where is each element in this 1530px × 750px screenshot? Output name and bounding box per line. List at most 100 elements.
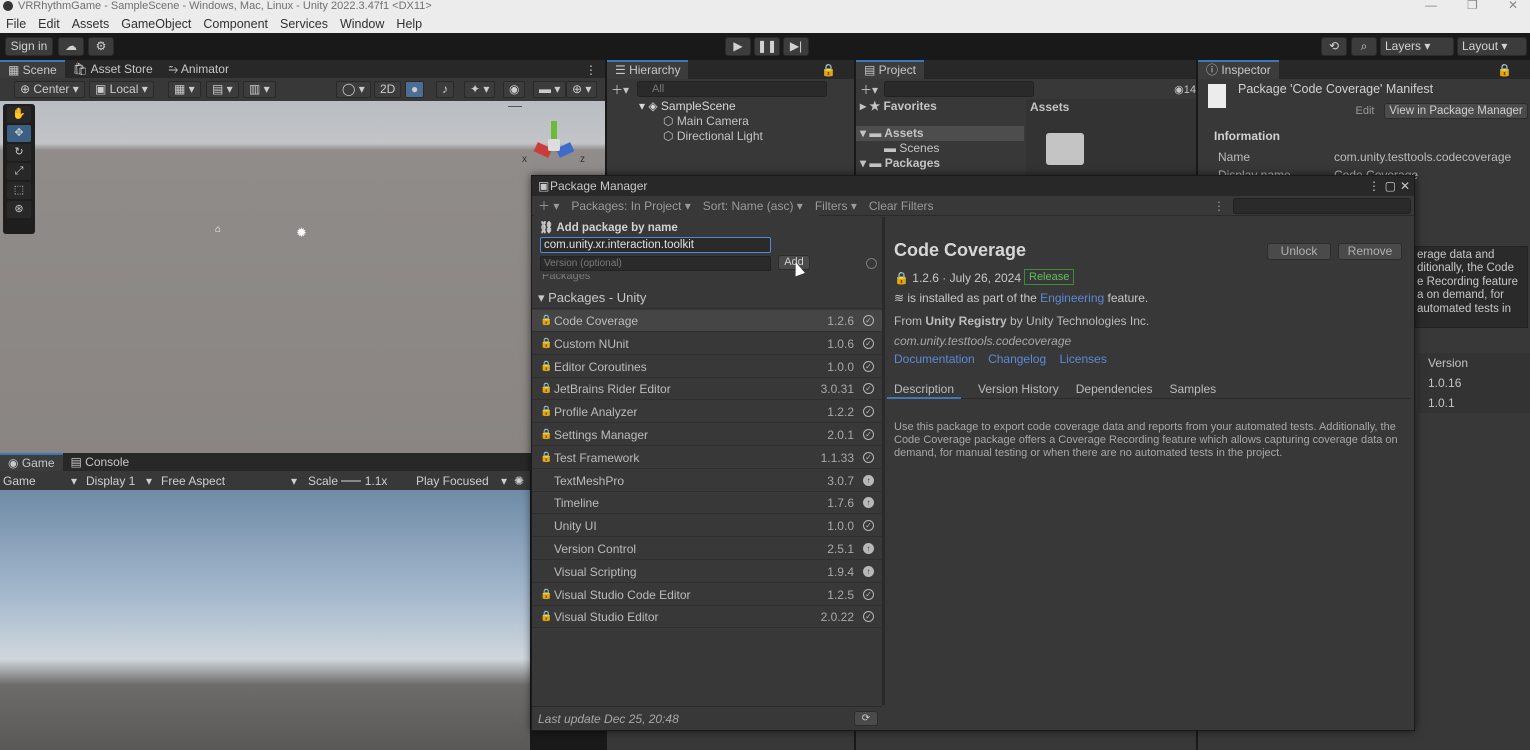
hand-tool-icon[interactable]: ✋	[7, 106, 31, 123]
package-row[interactable]: 🔒 Profile Analyzer 1.2.2 ✓	[532, 401, 882, 424]
package-row[interactable]: 🔒 Test Framework 1.1.33 ✓	[532, 447, 882, 469]
more-options-icon[interactable]: ⋮	[1213, 199, 1233, 213]
maximize-icon[interactable]: ▢	[1385, 176, 1396, 196]
lock-icon[interactable]: 🔒	[821, 63, 854, 77]
package-row[interactable]: 🔒 Visual Studio Code Editor 1.2.5 ✓	[532, 584, 882, 606]
menu-help[interactable]: Help	[394, 17, 424, 31]
tab-hierarchy[interactable]: ☰ Hierarchy	[607, 60, 689, 79]
play-button[interactable]: ▶	[725, 37, 751, 56]
unlock-button[interactable]: Unlock	[1267, 243, 1331, 260]
hierarchy-item[interactable]: ⬡ Directional Light	[607, 129, 854, 144]
collab-icon[interactable]: ⚙	[88, 37, 114, 56]
space-dropdown[interactable]: ▣ Local ▾	[89, 81, 154, 98]
cloud-icon[interactable]: ☁	[58, 37, 84, 56]
hidden-objects-icon[interactable]: ◉	[503, 81, 526, 98]
more-options-icon[interactable]: ⋮	[1368, 176, 1380, 196]
lock-icon[interactable]: 🔒	[1497, 63, 1530, 77]
remove-button[interactable]: Remove	[1338, 243, 1402, 260]
increment-snap-icon[interactable]: ▤ ▾	[206, 81, 239, 98]
tab-scene[interactable]: ▦ Scene	[0, 60, 65, 79]
scale-slider[interactable]: Scale 1.1x	[300, 474, 410, 488]
hierarchy-item[interactable]: ⬡ Main Camera	[607, 114, 854, 129]
orientation-gizmo[interactable]	[533, 121, 575, 165]
grid-snap-icon[interactable]: ▦ ▾	[168, 81, 201, 98]
step-button[interactable]: ▶|	[783, 37, 809, 56]
rotate-tool-icon[interactable]: ↻	[7, 144, 31, 161]
scenes-row[interactable]: ▬ Scenes	[856, 141, 1024, 156]
pause-button[interactable]: ❚❚	[754, 37, 780, 56]
version-input[interactable]: Version (optional)	[540, 256, 771, 271]
hidden-packages-count[interactable]: ◉14	[1174, 83, 1196, 96]
menu-edit[interactable]: Edit	[36, 17, 62, 31]
menu-file[interactable]: File	[4, 17, 28, 31]
menu-component[interactable]: Component	[201, 17, 270, 31]
debug-icon[interactable]: ✺	[510, 474, 524, 488]
package-row[interactable]: 🔒 Editor Coroutines 1.0.0 ✓	[532, 356, 882, 378]
tab-animator[interactable]: ⥲ Animator	[161, 60, 237, 79]
lighting-icon[interactable]: ●	[405, 81, 425, 98]
project-search[interactable]	[884, 81, 1035, 97]
close-window-icon[interactable]: ✕	[1508, 0, 1518, 11]
clear-filters-button[interactable]: Clear Filters	[863, 199, 940, 213]
light-gizmo-icon[interactable]: ✹	[296, 225, 307, 241]
layers-dropdown[interactable]: Layers ▾	[1380, 37, 1454, 56]
package-row[interactable]: Timeline 1.7.6 ↑	[532, 492, 882, 515]
tab-version-history[interactable]: Version History	[971, 382, 1066, 396]
aspect-dropdown[interactable]: Free Aspect ▾	[155, 474, 300, 488]
package-row[interactable]: Version Control 2.5.1 ↑	[532, 538, 882, 560]
close-icon[interactable]: ✕	[1400, 176, 1410, 196]
tab-project[interactable]: ▤ Project	[856, 60, 925, 79]
tab-asset-store[interactable]: 🛍 Asset Store	[65, 60, 161, 79]
tab-description[interactable]: Description	[887, 379, 962, 399]
display-dropdown[interactable]: Display 1 ▾	[80, 474, 155, 488]
package-row[interactable]: 🔒 Code Coverage 1.2.6 ✓	[532, 310, 882, 332]
pivot-dropdown[interactable]: ⊕ Center ▾	[14, 81, 85, 98]
scene-view[interactable]: ⌂ ✹ x z	[0, 101, 605, 453]
toggle-2d-button[interactable]: 2D	[374, 81, 402, 98]
game-view-dropdown[interactable]: Game ▾	[0, 474, 80, 488]
history-icon[interactable]: ⟲	[1321, 37, 1347, 56]
audio-icon[interactable]: ♪	[436, 81, 454, 98]
package-search[interactable]	[1233, 197, 1411, 214]
assets-row[interactable]: ▾ ▬ Assets	[856, 126, 1024, 141]
menu-assets[interactable]: Assets	[70, 17, 112, 31]
layout-dropdown[interactable]: Layout ▾	[1457, 37, 1527, 56]
scene-root-row[interactable]: ▾ ◈ SampleScene	[607, 99, 854, 114]
package-row[interactable]: TextMeshPro 3.0.7 ↑	[532, 470, 882, 492]
documentation-link[interactable]: Documentation	[894, 352, 975, 366]
scope-dropdown[interactable]: Packages: In Project ▾	[565, 199, 696, 213]
camera-gizmo-icon[interactable]: ⌂	[215, 224, 221, 235]
transform-tool-icon[interactable]: ⊛	[7, 201, 31, 218]
package-row[interactable]: Visual Scripting 1.9.4 ↑	[532, 561, 882, 583]
scenes-folder-icon[interactable]	[1046, 133, 1084, 165]
tab-samples[interactable]: Samples	[1162, 382, 1223, 396]
favorites-row[interactable]: ▸ ★ Favorites	[856, 99, 1024, 114]
effects-icon[interactable]: ✦ ▾	[464, 81, 496, 98]
menu-gameobject[interactable]: GameObject	[119, 17, 193, 31]
add-icon[interactable]: ＋▾	[860, 81, 878, 98]
filters-dropdown[interactable]: Filters ▾	[809, 199, 863, 213]
group-header[interactable]: ▾ Packages - Unity	[532, 287, 882, 309]
package-row[interactable]: 🔒 Visual Studio Editor 2.0.22 ✓	[532, 606, 882, 629]
package-row[interactable]: 🔒 Custom NUnit 1.0.6 ✓	[532, 333, 882, 355]
tab-game[interactable]: ◉ Game	[0, 452, 63, 472]
add-icon[interactable]: ＋▾	[611, 81, 629, 98]
licenses-link[interactable]: Licenses	[1059, 352, 1106, 366]
tab-inspector[interactable]: ⓘ Inspector	[1198, 60, 1279, 79]
tab-console[interactable]: ▤ Console	[63, 453, 138, 472]
hierarchy-search[interactable]: All	[637, 81, 828, 97]
game-view[interactable]	[0, 490, 530, 750]
package-row[interactable]: 🔒 Settings Manager 2.0.1 ✓	[532, 424, 882, 446]
package-row[interactable]: 🔒 JetBrains Rider Editor 3.0.31 ✓	[532, 378, 882, 401]
more-options-icon[interactable]: ⋮	[585, 63, 605, 77]
move-tool-icon[interactable]: ✥	[7, 125, 31, 142]
draw-mode-icon[interactable]: ◯ ▾	[336, 81, 371, 98]
add-package-icon[interactable]: ＋ ▾	[532, 197, 565, 214]
packages-row[interactable]: ▾ ▬ Packages	[856, 156, 1024, 171]
search-icon[interactable]: ⌕	[1351, 37, 1377, 56]
engineering-feature-link[interactable]: Engineering	[1040, 291, 1104, 305]
camera-settings-icon[interactable]: ▬ ▾	[533, 81, 567, 98]
sign-in-button[interactable]: Sign in	[5, 37, 53, 56]
play-mode-dropdown[interactable]: Play Focused ▾	[410, 474, 510, 488]
restore-icon[interactable]: ❐	[1467, 0, 1478, 11]
